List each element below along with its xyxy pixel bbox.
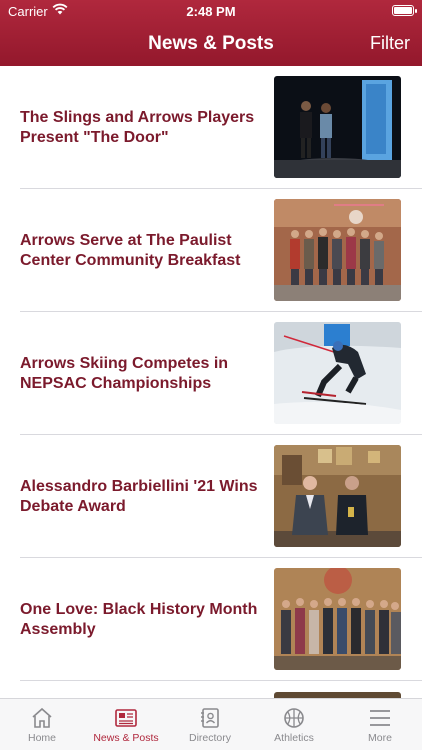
directory-icon — [201, 708, 219, 728]
tab-label: Directory — [188, 732, 231, 744]
post-title: Arrows Serve at The Paulist Center Commu… — [20, 231, 241, 269]
status-bar: Carrier 2:48 PM — [0, 0, 422, 22]
list-item[interactable]: Alessandro Barbiellini '21 Wins Debate A… — [0, 435, 422, 558]
post-thumbnail — [274, 76, 401, 178]
tab-directory[interactable]: Directory — [168, 699, 252, 750]
post-thumbnail — [274, 568, 401, 670]
basketball-icon — [284, 708, 304, 728]
tab-label: News & Posts — [93, 732, 159, 744]
tab-label: Home — [27, 732, 56, 744]
list-item[interactable]: Arrows Skiing Competes in NEPSAC Champio… — [0, 312, 422, 435]
tab-label: More — [368, 732, 392, 744]
page-title: News & Posts — [148, 33, 274, 54]
post-title: Alessandro Barbiellini '21 Wins Debate A… — [20, 477, 258, 515]
menu-icon — [370, 710, 390, 726]
tab-bar: Home News & Posts Directory Athletics Mo… — [0, 698, 422, 750]
post-thumbnail — [274, 445, 401, 547]
post-thumbnail — [274, 322, 401, 424]
newspaper-icon — [115, 709, 137, 727]
status-time: 2:48 PM — [186, 4, 236, 19]
list-item[interactable]: Arrows Serve at The Paulist Center Commu… — [0, 189, 422, 312]
nav-header: Carrier 2:48 PM News & Posts Filter — [0, 0, 422, 66]
post-title: Arrows Skiing Competes in NEPSAC Champio… — [20, 354, 229, 392]
battery-icon — [392, 5, 417, 16]
row-divider — [20, 680, 422, 681]
post-title: One Love: Black History Month Assembly — [20, 600, 258, 638]
tab-label: Athletics — [274, 732, 314, 744]
tab-home[interactable]: Home — [0, 699, 84, 750]
post-title: The Slings and Arrows Players Present "T… — [20, 108, 255, 146]
list-item[interactable]: One Love: Black History Month Assembly — [0, 558, 422, 681]
tab-athletics[interactable]: Athletics — [252, 699, 336, 750]
tab-more[interactable]: More — [338, 699, 422, 750]
post-thumbnail — [274, 199, 401, 301]
news-list: The Slings and Arrows Players Present "T… — [0, 66, 422, 700]
tab-news-posts[interactable]: News & Posts — [84, 699, 168, 750]
list-item[interactable]: The Slings and Arrows Players Present "T… — [0, 66, 422, 189]
home-icon — [32, 707, 52, 728]
filter-button[interactable]: Filter — [370, 33, 410, 54]
